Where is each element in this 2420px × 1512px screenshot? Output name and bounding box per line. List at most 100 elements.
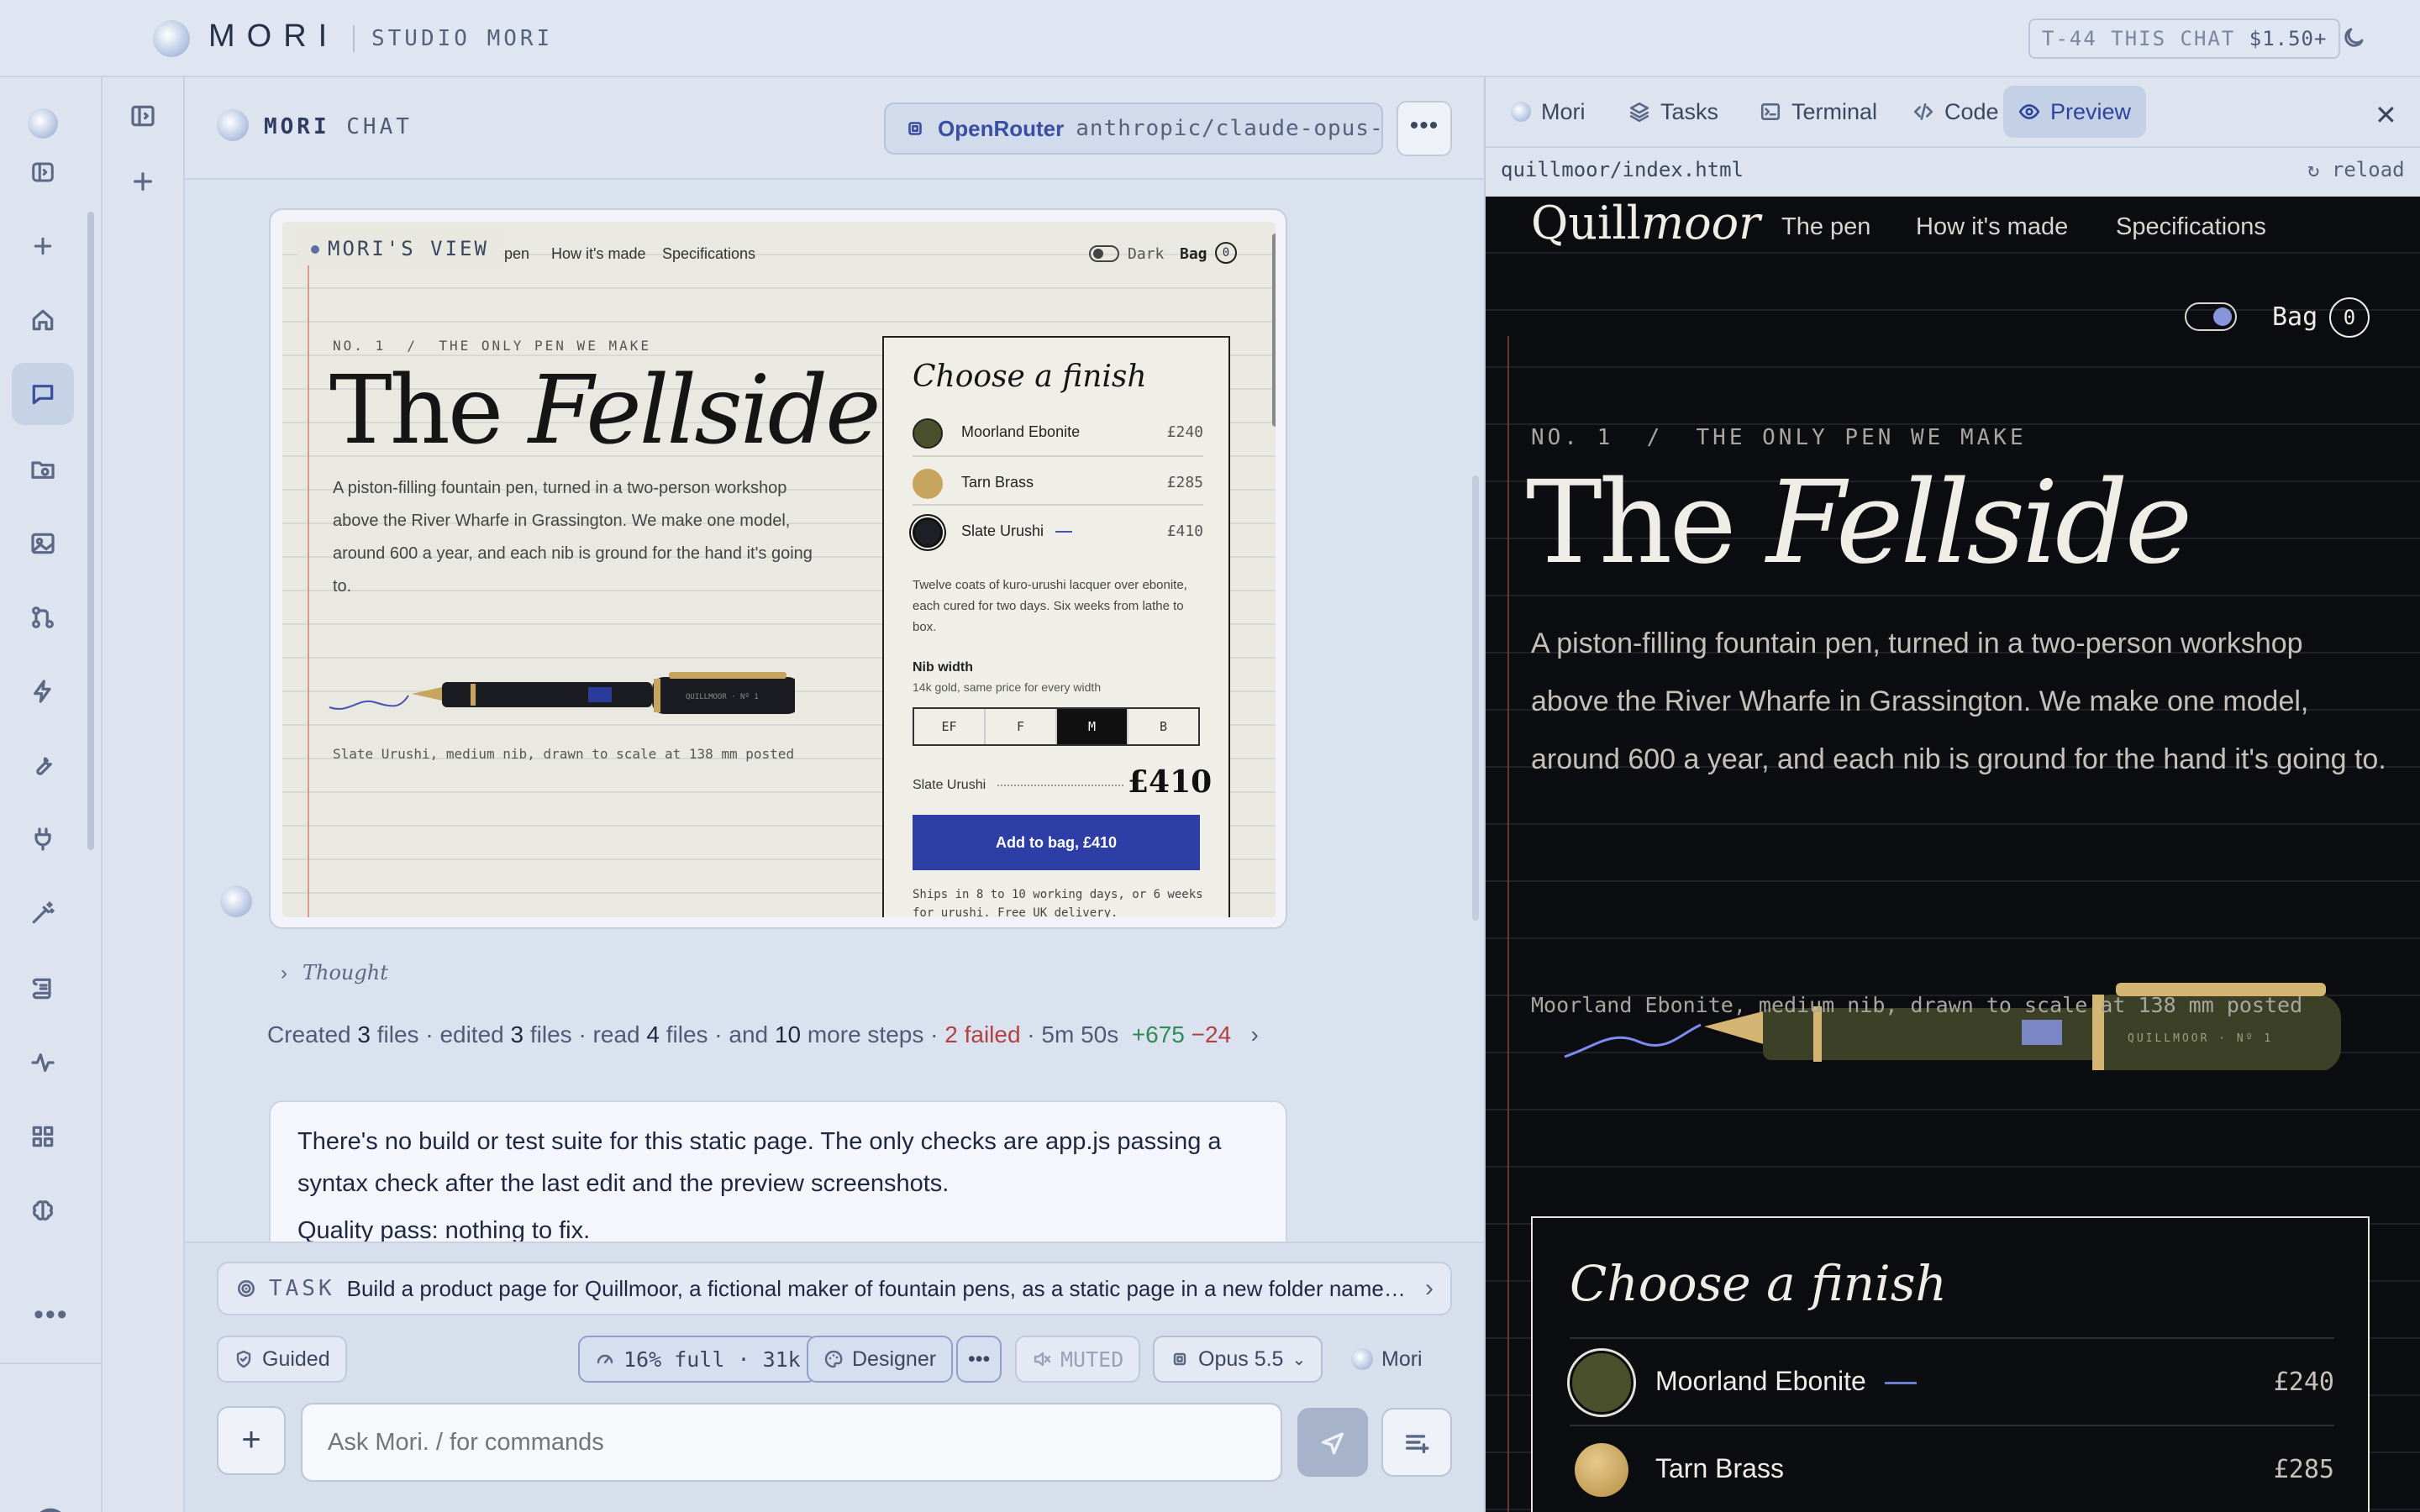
- new-session-icon[interactable]: [129, 168, 156, 195]
- message-input[interactable]: [301, 1403, 1282, 1482]
- composer: TASK Build a product page for Quillmoor,…: [185, 1242, 1484, 1512]
- tab-label: Terminal: [1791, 98, 1878, 124]
- grid-icon[interactable]: [12, 1105, 74, 1168]
- home-icon[interactable]: [12, 289, 74, 351]
- preview-eyebrow: NO. 1 / THE ONLY PEN WE MAKE: [1531, 425, 2027, 450]
- theme-toggle-moon-icon[interactable]: [2341, 25, 2366, 50]
- wrench-icon[interactable]: [12, 734, 74, 796]
- mute-label: MUTED: [1060, 1347, 1124, 1372]
- mode-guided-button[interactable]: Guided: [217, 1336, 347, 1383]
- chat-icon[interactable]: [12, 363, 74, 425]
- send-button[interactable]: [1297, 1408, 1368, 1477]
- code-icon: [1913, 103, 1933, 120]
- tab-mori[interactable]: Mori: [1496, 86, 1601, 138]
- preview-logo[interactable]: Quillmoor: [1531, 197, 1760, 249]
- preview-nav-the-pen[interactable]: The pen: [1781, 213, 1870, 241]
- cpu-icon: [1173, 1352, 1186, 1366]
- cpu-icon: [904, 118, 926, 139]
- mori-logo: [217, 109, 249, 141]
- files-icon[interactable]: [12, 438, 74, 501]
- persona-button[interactable]: Designer: [807, 1336, 954, 1383]
- panel-toggle-icon[interactable]: [129, 102, 156, 129]
- model-dropdown[interactable]: Opus 5.5 ⌄: [1153, 1336, 1323, 1383]
- preview-nav-specs[interactable]: Specifications: [2116, 213, 2266, 241]
- brain-icon[interactable]: [12, 1179, 74, 1242]
- mori-logo: [1511, 102, 1531, 122]
- thumb-finish-panel: Choose a finish Moorland Ebonite £240 Ta…: [882, 336, 1230, 917]
- preview-nav-how-made[interactable]: How it's made: [1916, 213, 2068, 241]
- tab-tasks[interactable]: Tasks: [1613, 86, 1733, 138]
- layers-icon: [1629, 102, 1649, 123]
- thumb-headline-a: The: [329, 356, 503, 465]
- mori-view-tag: MORI'S VIEW: [297, 232, 502, 265]
- preview-finish-panel: Choose a finish Moorland Ebonite £240 Ta…: [1531, 1216, 2370, 1512]
- scroll-icon[interactable]: [12, 958, 74, 1020]
- thumb-ship-note: Ships in 8 to 10 working days, or 6 week…: [913, 888, 1203, 917]
- model-name: anthropic/claude-opus-...: [1076, 116, 1383, 141]
- reload-button[interactable]: ↻ reload: [2307, 158, 2405, 181]
- thumb-bag-count: 0: [1215, 242, 1237, 264]
- task-banner[interactable]: TASK Build a product page for Quillmoor,…: [217, 1262, 1452, 1315]
- model-selector[interactable]: OpenRouter anthropic/claude-opus-...: [884, 102, 1383, 155]
- swatch: [1575, 1443, 1628, 1497]
- tab-terminal[interactable]: Terminal: [1744, 86, 1892, 138]
- chat-pane: MORI CHAT OpenRouter anthropic/claude-op…: [185, 77, 1484, 1512]
- thumb-nib-subtitle: 14k gold, same price for every width: [913, 680, 1102, 694]
- workspace-name[interactable]: STUDIO MORI: [371, 26, 553, 51]
- close-icon[interactable]: ✕: [2375, 99, 2397, 131]
- preview-finish-option[interactable]: Moorland Ebonite £240: [1570, 1337, 2334, 1425]
- chat-messages[interactable]: pen How it's made Specifications Dark Ba…: [185, 181, 1484, 1242]
- more-icon[interactable]: •••: [34, 1299, 69, 1331]
- chat-title: MORI CHAT: [264, 114, 413, 139]
- swatch: [913, 418, 943, 449]
- mori-view-screenshot[interactable]: pen How it's made Specifications Dark Ba…: [269, 208, 1287, 929]
- chevron-down-icon: ⌄: [1292, 1350, 1307, 1369]
- lines-added: +675: [1131, 1021, 1185, 1047]
- tab-code[interactable]: Code: [1897, 86, 2014, 138]
- chevron-right-icon: ›: [1250, 1021, 1259, 1047]
- context-usage: 16% full · 31k: [623, 1347, 801, 1372]
- thumb-scrollbar: [1272, 234, 1276, 427]
- cost-badge[interactable]: T-44 THIS CHAT $1.50+: [2028, 18, 2341, 59]
- thumb-total-price: £410: [1128, 764, 1213, 800]
- chat-menu-button[interactable]: •••: [1397, 101, 1452, 156]
- git-branch-icon[interactable]: [12, 586, 74, 648]
- user-avatar-icon[interactable]: [30, 1505, 71, 1512]
- new-icon[interactable]: [12, 215, 74, 277]
- screenshot-canvas: pen How it's made Specifications Dark Ba…: [282, 222, 1276, 917]
- plug-icon[interactable]: [12, 808, 74, 870]
- tab-preview[interactable]: Preview: [2003, 86, 2147, 138]
- thumb-dark-label: Dark: [1128, 245, 1165, 263]
- finish-price: £410: [1166, 522, 1203, 540]
- thumb-bag-label: Bag: [1180, 245, 1207, 263]
- preview-bag[interactable]: Bag: [2272, 302, 2317, 332]
- magic-wand-icon[interactable]: [12, 882, 74, 944]
- mode-label: Guided: [262, 1347, 330, 1371]
- message-paragraph: There's no build or test suite for this …: [297, 1128, 1222, 1197]
- queue-button[interactable]: [1381, 1408, 1452, 1477]
- mute-button[interactable]: MUTED: [1015, 1336, 1141, 1383]
- finish-name: Tarn Brass: [961, 474, 1034, 491]
- thought-toggle[interactable]: › Thought: [281, 961, 388, 985]
- more-options-button[interactable]: •••: [956, 1336, 1002, 1383]
- run-summary[interactable]: Created 3 files · edited 3 files · read …: [267, 1021, 1259, 1048]
- model-label: Opus 5.5: [1198, 1347, 1284, 1371]
- chat-scrollbar[interactable]: [1472, 475, 1479, 921]
- context-usage-button[interactable]: 16% full · 31k: [578, 1336, 818, 1383]
- preview-dark-toggle[interactable]: [2185, 302, 2237, 331]
- divider: [0, 1362, 101, 1364]
- brand-name: MORI: [208, 18, 339, 54]
- attach-button[interactable]: +: [217, 1406, 286, 1475]
- failed-count: 2 failed: [944, 1021, 1021, 1047]
- lightning-icon[interactable]: [12, 660, 74, 722]
- preview-frame[interactable]: Quillmoor The pen How it's made Specific…: [1486, 197, 2420, 1512]
- sidebar-toggle-icon[interactable]: [12, 141, 74, 203]
- activity-icon[interactable]: [12, 1032, 74, 1094]
- rail-scrollbar[interactable]: [87, 212, 94, 850]
- nib-option: EF: [914, 709, 986, 744]
- agent-selector[interactable]: Mori: [1336, 1336, 1438, 1383]
- preview-finish-option[interactable]: Tarn Brass £285: [1570, 1425, 2334, 1512]
- image-icon[interactable]: [12, 512, 74, 575]
- finish-name: Slate Urushi: [961, 522, 1073, 540]
- thumb-description: A piston-filling fountain pen, turned in…: [333, 479, 813, 596]
